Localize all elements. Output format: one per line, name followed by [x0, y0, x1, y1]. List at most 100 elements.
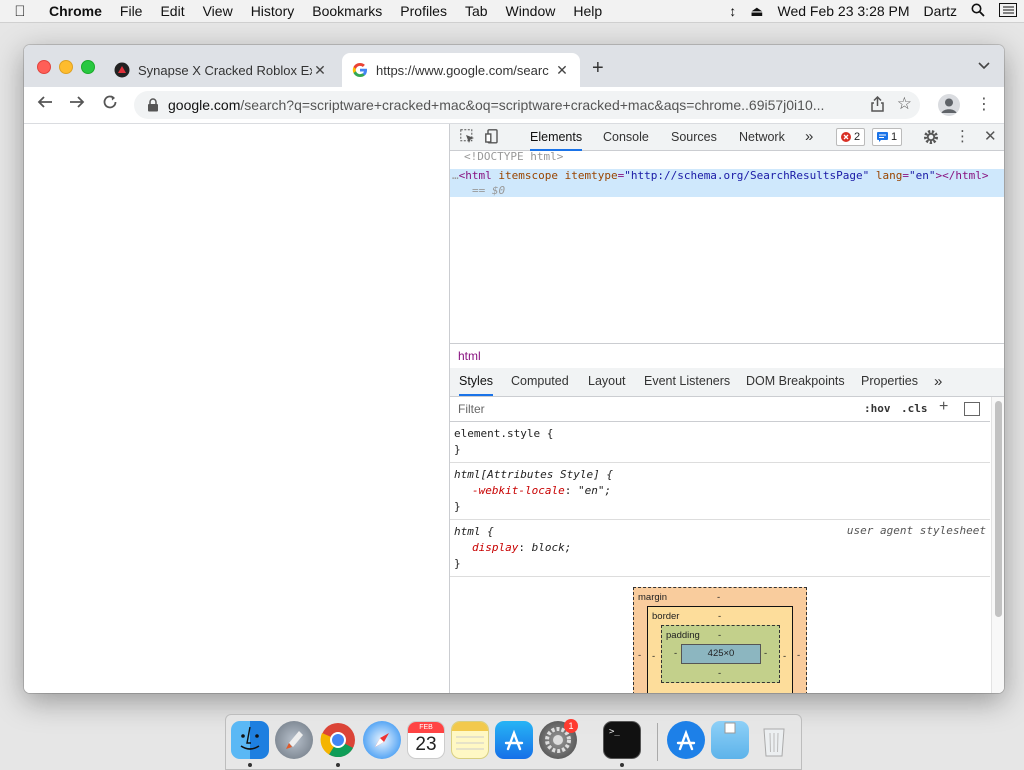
menu-help[interactable]: Help — [564, 3, 611, 19]
address-bar[interactable]: google.com/search?q=scriptware+cracked+m… — [134, 91, 920, 119]
page-viewport[interactable] — [24, 124, 449, 693]
cls-toggle[interactable]: .cls — [901, 402, 928, 415]
menu-profiles[interactable]: Profiles — [391, 3, 456, 19]
menu-edit[interactable]: Edit — [151, 3, 193, 19]
error-count-badge[interactable]: 2 — [836, 128, 866, 146]
message-count-badge[interactable]: 1 — [872, 128, 903, 146]
devtools-tab-console[interactable]: Console — [603, 124, 649, 150]
css-property[interactable]: -webkit-locale — [472, 484, 565, 497]
downloads-folder-icon[interactable] — [711, 721, 749, 759]
rule-source: user agent stylesheet — [846, 524, 986, 537]
dock-separator — [657, 723, 658, 761]
trash-icon[interactable] — [755, 721, 793, 759]
devtools-tab-elements[interactable]: Elements — [530, 124, 583, 151]
filter-input[interactable]: Filter — [458, 402, 485, 416]
devtools-tab-sources[interactable]: Sources — [671, 124, 717, 150]
menu-bookmarks[interactable]: Bookmarks — [303, 3, 391, 19]
reload-icon[interactable] — [102, 94, 118, 115]
tab-google[interactable]: https://www.google.com/searc ✕ — [342, 53, 580, 87]
notification-badge: 1 — [564, 719, 578, 733]
devtools-menu-icon[interactable]: ⋮ — [955, 127, 970, 145]
tab-layout[interactable]: Layout — [588, 368, 626, 395]
spotlight-search-icon[interactable] — [964, 3, 992, 20]
minimize-window-button[interactable] — [59, 60, 73, 74]
rule-element-style[interactable]: element.style { } — [450, 422, 990, 463]
lock-icon[interactable] — [146, 98, 160, 112]
menu-app-chrome[interactable]: Chrome — [40, 3, 111, 19]
chrome-menu-icon[interactable]: ⋮ — [976, 94, 992, 114]
css-value[interactable]: block; — [532, 541, 572, 554]
box-content[interactable]: 425×0 — [681, 644, 761, 664]
tab-properties[interactable]: Properties — [861, 368, 918, 395]
tab-search-chevron-icon[interactable] — [978, 59, 990, 73]
tab-computed[interactable]: Computed — [511, 368, 569, 395]
box-margin[interactable]: margin - - - border - - - padding - - - — [633, 587, 807, 693]
close-devtools-icon[interactable]: ✕ — [984, 127, 997, 145]
devtools-panel: Elements Console Sources Network » 2 1 ⋮… — [449, 124, 1004, 693]
finder-icon[interactable] — [231, 721, 269, 759]
close-window-button[interactable] — [37, 60, 51, 74]
tab-event-listeners[interactable]: Event Listeners — [644, 368, 730, 395]
chrome-icon[interactable] — [319, 721, 357, 759]
forward-arrow-icon[interactable] — [69, 94, 85, 115]
terminal-icon[interactable]: >_ — [603, 721, 641, 759]
hov-toggle[interactable]: :hov — [864, 402, 891, 415]
styles-scrollbar[interactable] — [991, 397, 1004, 693]
settings-gear-icon[interactable] — [923, 129, 939, 148]
box-margin-label: margin — [638, 592, 668, 603]
devtools-tab-network[interactable]: Network — [739, 124, 785, 150]
close-tab-icon[interactable]: ✕ — [312, 62, 328, 79]
launchpad-icon[interactable] — [275, 721, 313, 759]
rule-html[interactable]: html { user agent stylesheet display: bl… — [450, 520, 990, 577]
synapse-favicon-icon — [114, 62, 130, 78]
dom-selected-marker: == $0 — [472, 184, 506, 197]
box-border-left-value: - — [652, 651, 656, 662]
css-value[interactable]: "en"; — [578, 484, 611, 497]
control-center-icon[interactable] — [992, 2, 1024, 20]
profile-avatar[interactable] — [938, 94, 960, 116]
clock[interactable]: Wed Feb 23 3:28 PM — [771, 3, 917, 19]
chrome-running-dot — [336, 763, 340, 767]
eject-icon[interactable]: ⏏ — [743, 3, 770, 20]
share-icon[interactable] — [871, 95, 884, 115]
devtools-more-tabs[interactable]: » — [805, 124, 813, 150]
inspect-element-icon[interactable] — [460, 129, 475, 147]
breadcrumb-html[interactable]: html — [458, 349, 481, 363]
box-padding[interactable]: padding - - - - 425×0 — [661, 625, 780, 683]
new-tab-plus-icon[interactable]: + — [592, 57, 604, 80]
menu-view[interactable]: View — [194, 3, 242, 19]
fullscreen-window-button[interactable] — [81, 60, 95, 74]
back-arrow-icon[interactable] — [37, 94, 53, 115]
close-tab-icon[interactable]: ✕ — [554, 62, 570, 79]
safari-icon[interactable] — [363, 721, 401, 759]
bookmark-star-icon[interactable]: ☆ — [897, 94, 912, 114]
toggle-sidebar-icon[interactable] — [964, 402, 980, 416]
css-property[interactable]: display — [472, 541, 518, 554]
tab-synapse[interactable]: Synapse X Cracked Roblox Exp ✕ — [104, 53, 338, 87]
menu-window[interactable]: Window — [497, 3, 565, 19]
menu-history[interactable]: History — [242, 3, 304, 19]
notes-icon[interactable] — [451, 721, 489, 759]
dom-html-node[interactable]: …<html itemscope itemtype="http://schema… — [452, 169, 989, 182]
sync-arrows-icon[interactable]: ↕ — [722, 3, 743, 19]
menu-file[interactable]: File — [111, 3, 152, 19]
url-text[interactable]: google.com/search?q=scriptware+cracked+m… — [168, 97, 868, 113]
dom-doctype[interactable]: <!DOCTYPE html> — [464, 150, 563, 163]
tab-styles[interactable]: Styles — [459, 368, 494, 396]
applications-folder-icon[interactable] — [667, 721, 705, 759]
box-border-label: border — [652, 611, 680, 622]
apple-menu-icon[interactable]:  — [0, 3, 40, 20]
app-store-icon[interactable] — [495, 721, 533, 759]
tab-dom-breakpoints[interactable]: DOM Breakpoints — [746, 368, 845, 395]
styles-more-tabs[interactable]: » — [934, 368, 942, 395]
box-border[interactable]: border - - - padding - - - - 425×0 — [647, 606, 793, 693]
dom-attr-lang-value: "en" — [909, 169, 936, 182]
device-toolbar-icon[interactable] — [485, 129, 501, 147]
error-count: 2 — [854, 131, 861, 143]
calendar-icon[interactable]: FEB 23 — [407, 721, 445, 759]
rule-attributes-style[interactable]: html[Attributes Style] { -webkit-locale:… — [450, 463, 990, 520]
user-name[interactable]: Dartz — [917, 3, 964, 19]
new-style-rule-plus-icon[interactable]: + — [939, 398, 948, 416]
scrollbar-thumb[interactable] — [995, 401, 1002, 617]
menu-tab[interactable]: Tab — [456, 3, 497, 19]
